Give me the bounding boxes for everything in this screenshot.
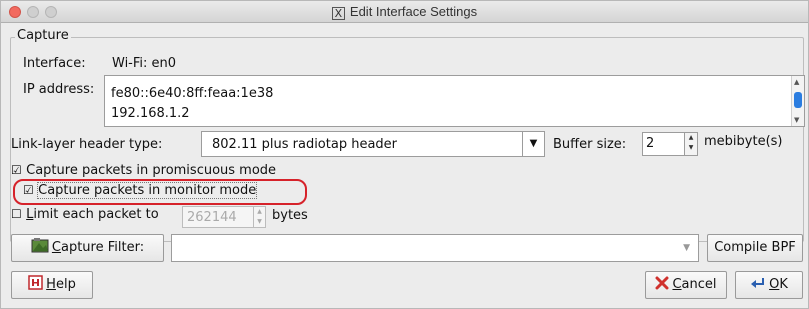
link-layer-value: 802.11 plus radiotap header	[212, 137, 398, 152]
scroll-down-icon[interactable]: ▼	[794, 116, 799, 124]
limit-packet-label: imit each packet to	[33, 207, 159, 222]
ip-address-label: IP address:	[23, 82, 95, 97]
checkbox-checked-icon[interactable]: ☑	[11, 163, 22, 177]
return-arrow-icon	[751, 278, 765, 288]
promiscuous-label: Capture packets in promiscuous mode	[26, 163, 277, 178]
stepper-arrows-icon[interactable]: ▲ ▼	[684, 133, 697, 155]
checkbox-unchecked-icon[interactable]: ☐	[11, 207, 22, 221]
buffer-size-label: Buffer size:	[553, 137, 627, 152]
ok-button[interactable]: OK	[735, 271, 803, 299]
capture-filter-label: apture Filter:	[60, 240, 145, 255]
window-title: X Edit Interface Settings	[1, 1, 808, 23]
buffer-size-stepper[interactable]: 2 ▲ ▼	[642, 132, 698, 156]
capture-group-label: Capture	[15, 28, 71, 43]
scroll-thumb[interactable]	[794, 92, 802, 108]
chevron-down-icon[interactable]: ▼	[522, 132, 544, 156]
edit-interface-dialog: X Edit Interface Settings Capture Interfa…	[0, 0, 809, 309]
buffer-size-value[interactable]: 2	[646, 136, 654, 151]
compile-bpf-button[interactable]: Compile BPF	[707, 234, 803, 262]
buffer-size-unit: mebibyte(s)	[704, 134, 783, 149]
x-icon: X	[331, 7, 345, 20]
stepper-arrows-icon[interactable]: ▲ ▼	[253, 207, 265, 227]
scroll-up-icon[interactable]: ▲	[794, 78, 799, 86]
help-icon	[28, 275, 43, 290]
capture-filter-input[interactable]: ▼	[171, 234, 699, 262]
title-bar: X Edit Interface Settings	[1, 1, 808, 23]
chevron-down-icon[interactable]: ▼	[683, 243, 690, 253]
packet-limit-stepper[interactable]: 262144 ▲ ▼	[182, 206, 266, 228]
promiscuous-checkbox[interactable]: ☑ Capture packets in promiscuous mode	[11, 163, 276, 178]
capture-filter-button[interactable]: Capture Filter:	[11, 234, 164, 262]
filter-icon	[31, 238, 49, 253]
ip-address-item[interactable]: fe80::6e40:8ff:feaa:1e38	[111, 86, 273, 101]
ip-address-item[interactable]: 192.168.1.2	[111, 106, 190, 121]
help-button[interactable]: Help	[11, 271, 93, 299]
ip-list-scrollbar[interactable]: ▲ ▼	[791, 76, 804, 126]
ip-address-list[interactable]: fe80::6e40:8ff:feaa:1e38 192.168.1.2 ▲ ▼	[104, 75, 805, 127]
limit-packet-checkbox[interactable]: ☐ Limit each packet to	[11, 207, 159, 222]
link-layer-label: Link-layer header type:	[11, 137, 163, 152]
bytes-label: bytes	[272, 208, 308, 223]
close-icon	[655, 276, 669, 290]
interface-label: Interface:	[23, 56, 86, 71]
interface-value: Wi-Fi: en0	[112, 56, 177, 71]
packet-limit-value[interactable]: 262144	[187, 210, 237, 225]
link-layer-select[interactable]: 802.11 plus radiotap header ▼	[201, 131, 545, 157]
highlight-annotation	[13, 179, 307, 205]
cancel-button[interactable]: Cancel	[645, 271, 727, 299]
